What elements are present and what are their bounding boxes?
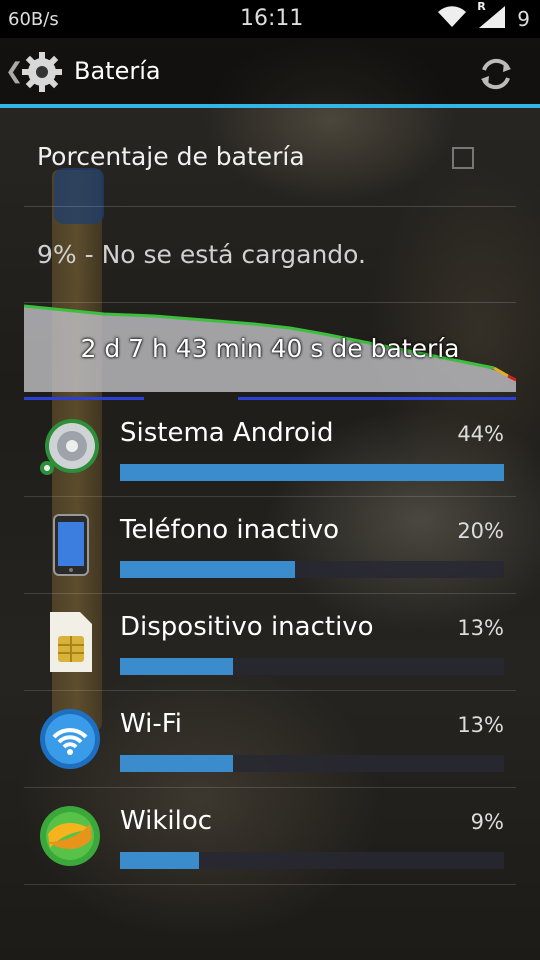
status-bar: 60B/s 16:11 R 9 — [0, 0, 540, 38]
battery-status-row: 9% - No se está cargando. — [24, 206, 516, 303]
app-name: Teléfono inactivo — [120, 515, 340, 545]
gear-icon[interactable] — [20, 50, 64, 94]
android-system-icon — [38, 416, 102, 480]
wikiloc-icon — [38, 804, 102, 868]
page-title: Batería — [74, 57, 161, 85]
battery-status-text: 9% - No se está cargando. — [37, 240, 366, 269]
app-percent: 20% — [457, 519, 504, 543]
usage-bar — [120, 658, 504, 675]
app-name: Dispositivo inactivo — [120, 612, 374, 642]
app-name: Wi-Fi — [120, 709, 183, 739]
usage-bar — [120, 561, 504, 578]
app-usage-item[interactable]: Sistema Android 44% — [24, 400, 516, 497]
usage-bar — [120, 464, 504, 481]
battery-duration-label: 2 d 7 h 43 min 40 s de batería — [80, 334, 460, 363]
app-name: Wikiloc — [120, 806, 213, 836]
battery-percentage-label: Porcentaje de batería — [37, 142, 305, 171]
usage-bar-fill — [120, 464, 504, 481]
app-name: Sistema Android — [120, 418, 334, 448]
app-usage-item[interactable]: Dispositivo inactivo 13% — [24, 594, 516, 691]
refresh-icon[interactable] — [476, 54, 516, 94]
usage-bar-fill — [120, 658, 234, 675]
usage-bar-fill — [120, 755, 234, 772]
signal-icon: R — [477, 0, 507, 34]
action-bar: ❮ Batería — [0, 38, 540, 108]
app-percent: 44% — [457, 422, 504, 446]
clock: 16:11 — [240, 6, 304, 31]
usage-bar — [120, 755, 504, 772]
battery-percentage-preference[interactable]: Porcentaje de batería — [24, 108, 516, 207]
roaming-indicator: R — [477, 0, 486, 13]
sim-card-icon — [38, 610, 102, 674]
phone-icon — [38, 513, 102, 577]
battery-level: 9 — [517, 7, 530, 31]
app-percent: 13% — [457, 616, 504, 640]
app-usage-item[interactable]: Wi-Fi 13% — [24, 691, 516, 788]
app-usage-item[interactable]: Wikiloc 9% — [24, 788, 516, 885]
usage-bar-fill — [120, 852, 199, 869]
network-speed: 60B/s — [8, 9, 59, 30]
battery-history-graph[interactable]: 2 d 7 h 43 min 40 s de batería — [23, 304, 517, 396]
usage-bar-fill — [120, 561, 295, 578]
battery-percentage-checkbox[interactable] — [452, 147, 474, 169]
status-icons: R 9 — [437, 0, 530, 34]
app-percent: 9% — [470, 810, 504, 834]
wifi-icon — [38, 707, 102, 771]
wifi-icon — [437, 5, 467, 33]
usage-bar — [120, 852, 504, 869]
app-percent: 13% — [457, 713, 504, 737]
app-usage-item[interactable]: Teléfono inactivo 20% — [24, 497, 516, 594]
